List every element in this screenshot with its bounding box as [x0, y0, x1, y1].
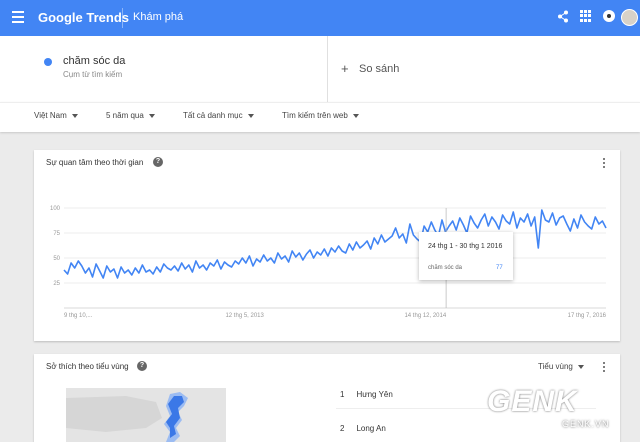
time-range-filter[interactable]: 5 năm qua — [106, 111, 155, 120]
header-divider — [122, 8, 123, 28]
tooltip-value: 77 — [496, 265, 503, 271]
search-term-type: Cụm từ tìm kiếm — [63, 70, 123, 79]
caret-down-icon — [352, 113, 359, 118]
region-map[interactable] — [66, 388, 226, 442]
avatar[interactable] — [621, 9, 638, 26]
interest-line-chart: 100 75 50 25 9 thg 10,... 12 thg 5, 2013 14 t… — [50, 206, 607, 319]
term-color-dot — [44, 58, 52, 66]
caret-down-icon — [71, 113, 78, 118]
search-divider — [327, 36, 328, 102]
series-line — [63, 209, 607, 279]
chart-tooltip — [419, 232, 513, 280]
help-icon[interactable]: ? — [153, 157, 163, 167]
help-icon[interactable]: ? — [137, 361, 147, 371]
y-tick-label: 75 — [53, 231, 60, 237]
vietnam-map-icon — [66, 392, 188, 442]
compare-button[interactable]: So sánh — [359, 63, 399, 75]
x-tick-label: 12 thg 5, 2013 — [225, 313, 264, 319]
apps-grid-icon[interactable] — [580, 10, 592, 22]
search-type-filter[interactable]: Tìm kiếm trên web — [282, 111, 359, 120]
search-terms-bar — [0, 36, 640, 102]
app-logo[interactable]: Google Trends — [38, 10, 129, 25]
list-item[interactable]: 2 Long An — [340, 424, 386, 433]
notifications-icon[interactable] — [603, 10, 615, 22]
resolution-select[interactable]: Tiểu vùng — [538, 362, 584, 371]
share-icon[interactable] — [557, 10, 569, 26]
caret-down-icon — [577, 364, 584, 369]
page-title: Khám phá — [133, 11, 184, 23]
add-icon[interactable]: + — [341, 61, 349, 76]
x-tick-label: 14 thg 12, 2014 — [404, 313, 446, 319]
y-tick-label: 100 — [50, 206, 61, 212]
genk-watermark: GENK — [487, 385, 578, 418]
list-item[interactable]: 1 Hưng Yên — [340, 390, 393, 399]
card-title: Sở thích theo tiểu vùng — [46, 362, 129, 371]
more-options-icon[interactable] — [603, 158, 606, 170]
tooltip-term: chăm sóc da — [428, 265, 463, 271]
menu-icon[interactable] — [12, 11, 24, 25]
top-app-bar: Google Trends Khám phá — [0, 0, 640, 36]
tooltip-date: 24 thg 1 - 30 thg 1 2016 — [428, 243, 503, 250]
x-tick-label: 17 thg 7, 2016 — [568, 313, 607, 319]
category-filter[interactable]: Tất cả danh mục — [183, 111, 254, 120]
more-options-icon[interactable] — [603, 362, 606, 374]
search-term[interactable]: chăm sóc da — [63, 55, 125, 67]
x-tick-label: 9 thg 10,... — [64, 313, 93, 319]
y-tick-label: 50 — [53, 256, 60, 262]
caret-down-icon — [247, 113, 254, 118]
caret-down-icon — [148, 113, 155, 118]
y-tick-label: 25 — [53, 281, 60, 287]
card-title: Sự quan tâm theo thời gian — [46, 158, 144, 167]
country-filter[interactable]: Việt Nam — [34, 111, 78, 120]
genk-watermark-url: GENK.VN — [562, 419, 610, 429]
